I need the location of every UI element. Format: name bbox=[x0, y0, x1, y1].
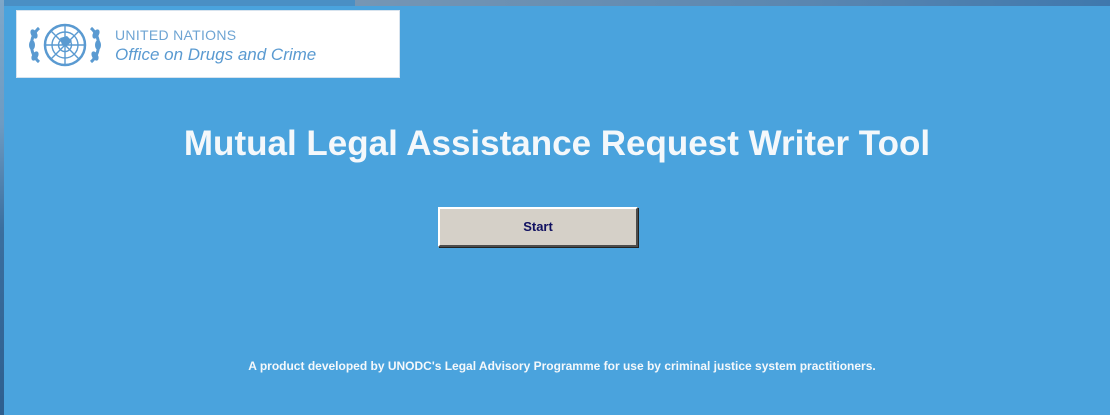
start-screen-panel: UNITED NATIONS Office on Drugs and Crime… bbox=[4, 6, 1110, 415]
un-emblem-icon bbox=[29, 23, 101, 67]
unodc-logo: UNITED NATIONS Office on Drugs and Crime bbox=[16, 10, 400, 78]
footer-description: A product developed by UNODC's Legal Adv… bbox=[248, 359, 876, 373]
start-button[interactable]: Start bbox=[438, 207, 638, 247]
page-title: Mutual Legal Assistance Request Writer T… bbox=[183, 124, 931, 163]
logo-office-name: Office on Drugs and Crime bbox=[115, 45, 317, 64]
start-button-label: Start bbox=[523, 219, 553, 234]
app-window: UNITED NATIONS Office on Drugs and Crime… bbox=[0, 0, 1110, 415]
logo-org-name: UNITED NATIONS bbox=[115, 27, 237, 43]
